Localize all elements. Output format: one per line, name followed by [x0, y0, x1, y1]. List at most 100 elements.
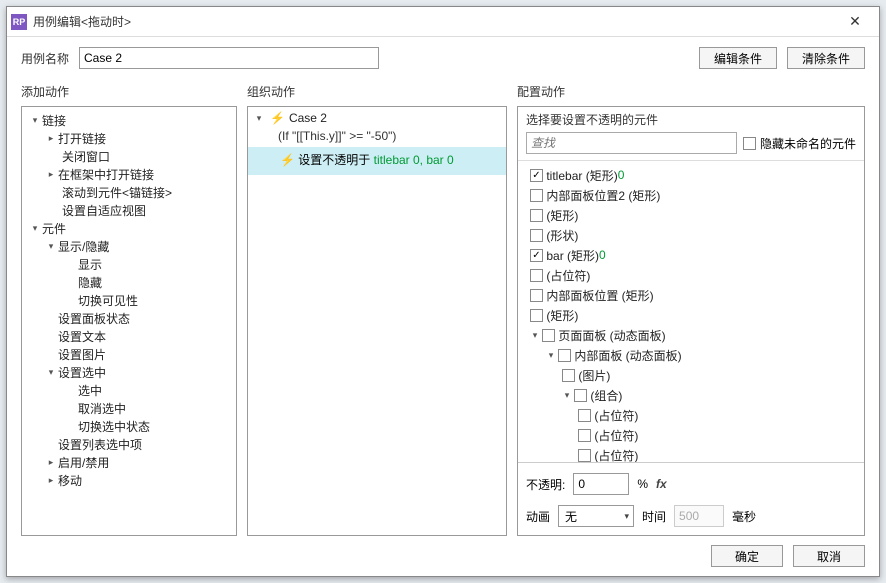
widget-row[interactable]: (形状) — [522, 225, 860, 245]
case-row[interactable]: ▾ ⚡ Case 2 — [248, 107, 506, 129]
tree-item[interactable]: ▸移动 — [24, 471, 234, 489]
widget-row[interactable]: (占位符) — [522, 445, 860, 462]
app-icon: RP — [11, 14, 27, 30]
widget-row[interactable]: ▾ (组合) — [522, 385, 860, 405]
widget-label: (组合) — [590, 387, 622, 404]
widget-label: (图片) — [578, 367, 610, 384]
widget-label: (形状) — [546, 227, 578, 244]
checkbox-icon[interactable] — [574, 389, 587, 402]
widget-row[interactable]: ▾ 内部面板 (动态面板) — [522, 345, 860, 365]
cancel-button[interactable]: 取消 — [793, 545, 865, 567]
tree-item[interactable]: 滚动到元件<锚链接> — [24, 183, 234, 201]
ok-button[interactable]: 确定 — [711, 545, 783, 567]
lightning-icon: ⚡ — [270, 111, 285, 125]
case-condition: (If "[[This.y]]" >= "-50") — [248, 129, 506, 147]
config-instruction: 选择要设置不透明的元件 — [526, 111, 856, 128]
name-row: 用例名称 编辑条件 清除条件 — [21, 47, 865, 69]
widget-row[interactable]: ▾ 页面面板 (动态面板) — [522, 325, 860, 345]
widget-label: (占位符) — [594, 447, 638, 463]
checkbox-icon — [743, 137, 756, 150]
widget-row[interactable]: (矩形) — [522, 305, 860, 325]
columns: 添加动作 ▾链接 ▸打开链接 关闭窗口 ▸在框架中打开链接 滚动到元件<锚链接>… — [21, 83, 865, 536]
tree-item[interactable]: ▸启用/禁用 — [24, 453, 234, 471]
checkbox-icon[interactable] — [562, 369, 575, 382]
tree-item[interactable]: 显示 — [24, 255, 234, 273]
organize-action-panel: ▾ ⚡ Case 2 (If "[[This.y]]" >= "-50") ⚡ … — [247, 106, 507, 536]
checkbox-icon[interactable] — [530, 229, 543, 242]
widget-label: 内部面板位置 (矩形) — [546, 287, 653, 304]
tree-item[interactable]: ▸打开链接 — [24, 129, 234, 147]
checkbox-icon[interactable] — [558, 349, 571, 362]
tree-item[interactable]: 设置列表选中项 — [24, 435, 234, 453]
fx-button[interactable]: fx — [656, 477, 667, 491]
chevron-down-icon: ▾ — [46, 367, 56, 378]
checkbox-icon[interactable] — [530, 309, 543, 322]
tree-item[interactable]: 切换选中状态 — [24, 417, 234, 435]
widget-tree: titlebar (矩形) 0 内部面板位置2 (矩形) (矩形) (形状) b… — [518, 161, 864, 462]
chevron-down-icon: ▾ — [624, 511, 629, 522]
action-tree: ▾链接 ▸打开链接 关闭窗口 ▸在框架中打开链接 滚动到元件<锚链接> 设置自适… — [22, 107, 236, 493]
close-icon[interactable]: ✕ — [835, 13, 875, 30]
tree-item[interactable]: ▸在框架中打开链接 — [24, 165, 234, 183]
checkbox-icon[interactable] — [530, 169, 543, 182]
checkbox-icon[interactable] — [578, 409, 591, 422]
time-unit: 毫秒 — [732, 508, 756, 525]
tree-group-links[interactable]: ▾链接 — [24, 111, 234, 129]
organize-action-section: 组织动作 ▾ ⚡ Case 2 (If "[[This.y]]" >= "-50… — [247, 83, 517, 536]
configure-action-section: 配置动作 选择要设置不透明的元件 隐藏未命名的元件 ti — [517, 83, 865, 536]
clear-condition-button[interactable]: 清除条件 — [787, 47, 865, 69]
checkbox-icon[interactable] — [530, 269, 543, 282]
tree-item[interactable]: 取消选中 — [24, 399, 234, 417]
widget-label: 内部面板位置2 (矩形) — [546, 187, 660, 204]
widget-row[interactable]: (图片) — [522, 365, 860, 385]
case-action-row[interactable]: ⚡ 设置不透明于 titlebar 0, bar 0 — [248, 147, 506, 175]
widget-row[interactable]: (占位符) — [522, 265, 860, 285]
chevron-down-icon: ▾ — [30, 115, 40, 126]
widget-row[interactable]: 内部面板位置 (矩形) — [522, 285, 860, 305]
anim-value: 无 — [565, 508, 577, 525]
organize-action-title: 组织动作 — [247, 83, 517, 106]
widget-row[interactable]: 内部面板位置2 (矩形) — [522, 185, 860, 205]
tree-group-select[interactable]: ▾设置选中 — [24, 363, 234, 381]
tree-group-elements[interactable]: ▾元件 — [24, 219, 234, 237]
edit-condition-button[interactable]: 编辑条件 — [699, 47, 777, 69]
widget-label: (占位符) — [546, 267, 590, 284]
case-name-input[interactable] — [79, 47, 379, 69]
tree-item[interactable]: 选中 — [24, 381, 234, 399]
checkbox-icon[interactable] — [542, 329, 555, 342]
widget-row[interactable]: (占位符) — [522, 405, 860, 425]
chevron-right-icon: ▸ — [46, 475, 56, 486]
tree-item[interactable]: 设置自适应视图 — [24, 201, 234, 219]
widget-row[interactable]: (占位符) — [522, 425, 860, 445]
tree-item[interactable]: 关闭窗口 — [24, 147, 234, 165]
tree-item[interactable]: 设置图片 — [24, 345, 234, 363]
checkbox-icon[interactable] — [530, 209, 543, 222]
hide-unnamed-checkbox[interactable]: 隐藏未命名的元件 — [743, 133, 856, 153]
anim-select[interactable]: 无 ▾ — [558, 505, 634, 527]
tree-group-showhide[interactable]: ▾显示/隐藏 — [24, 237, 234, 255]
checkbox-icon[interactable] — [530, 189, 543, 202]
opacity-unit: % — [637, 477, 648, 491]
window-titlebar: RP 用例编辑<拖动时> ✕ — [7, 7, 879, 37]
checkbox-icon[interactable] — [578, 429, 591, 442]
widget-label: (矩形) — [546, 207, 578, 224]
action-targets: titlebar 0, bar 0 — [374, 153, 454, 167]
widget-row[interactable]: titlebar (矩形) 0 — [522, 165, 860, 185]
widget-row[interactable]: bar (矩形) 0 — [522, 245, 860, 265]
add-action-title: 添加动作 — [21, 83, 247, 106]
opacity-input[interactable] — [573, 473, 629, 495]
tree-item[interactable]: 设置文本 — [24, 327, 234, 345]
tree-item[interactable]: 设置面板状态 — [24, 309, 234, 327]
configure-action-title: 配置动作 — [517, 83, 865, 106]
widget-row[interactable]: (矩形) — [522, 205, 860, 225]
chevron-down-icon: ▾ — [530, 330, 540, 341]
search-input[interactable] — [526, 132, 737, 154]
tree-item[interactable]: 切换可见性 — [24, 291, 234, 309]
checkbox-icon[interactable] — [530, 289, 543, 302]
checkbox-icon[interactable] — [530, 249, 543, 262]
checkbox-icon[interactable] — [578, 449, 591, 462]
tree-item[interactable]: 隐藏 — [24, 273, 234, 291]
config-header: 选择要设置不透明的元件 隐藏未命名的元件 — [518, 107, 864, 161]
configure-action-panel: 选择要设置不透明的元件 隐藏未命名的元件 titlebar (矩形) 0 内部面… — [517, 106, 865, 536]
dialog-content: 用例名称 编辑条件 清除条件 添加动作 ▾链接 ▸打开链接 关闭窗口 ▸在框架中… — [7, 37, 879, 536]
